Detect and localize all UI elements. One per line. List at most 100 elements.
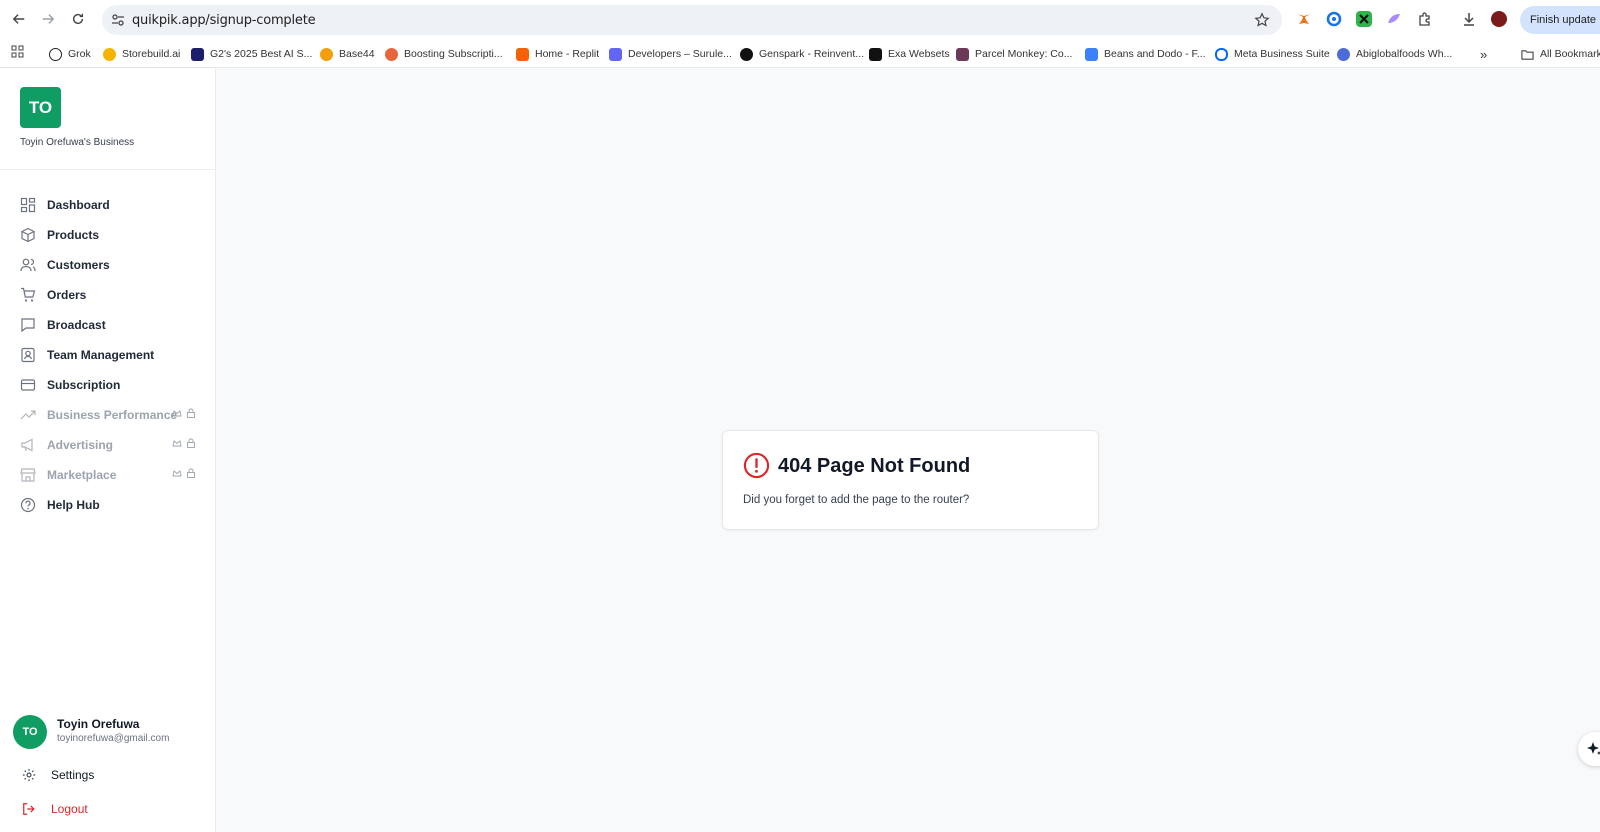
arrow-left-icon (12, 14, 25, 24)
logout-link[interactable]: Logout (22, 800, 88, 818)
bookmark-grok[interactable]: Grok (49, 46, 91, 62)
bookmark-g2[interactable]: G2's 2025 Best AI S... (191, 46, 312, 62)
bookmark-beansdodo[interactable]: Beans and Dodo - F... (1085, 46, 1206, 62)
lock-icon (187, 408, 195, 418)
bookmark-abiglobal[interactable]: Abiglobalfoods Wh... (1337, 46, 1452, 62)
sidebar-item-broadcast[interactable]: Broadcast (20, 314, 196, 336)
logout-label: Logout (51, 802, 88, 816)
bookmark-surule[interactable]: Developers – Surule... (609, 46, 732, 62)
not-found-card: 404 Page Not Found Did you forget to add… (722, 430, 1099, 530)
bookmark-label: Boosting Subscripti... (404, 48, 503, 60)
sidebar-item-label: Advertising (47, 438, 114, 452)
bookmark-boosting[interactable]: Boosting Subscripti... (385, 46, 503, 62)
gear-icon (22, 768, 36, 782)
alert-circle-icon (743, 452, 770, 479)
forward-button[interactable] (39, 10, 57, 28)
bookmark-base44[interactable]: Base44 (320, 46, 375, 62)
sidebar-item-label: Customers (47, 258, 110, 272)
bookmark-label: Developers – Surule... (628, 48, 732, 60)
sidebar-item-orders[interactable]: Orders (20, 284, 196, 306)
business-logo[interactable]: TO (20, 87, 61, 128)
bookmark-exa[interactable]: Exa Websets (869, 46, 950, 62)
metamask-extension-icon[interactable] (1296, 11, 1312, 27)
lock-icon (187, 438, 195, 448)
crown-icon (172, 470, 182, 477)
sidebar-item-label: Marketplace (47, 468, 117, 482)
bookmark-label: Home - Replit (535, 48, 600, 60)
site-settings-icon[interactable] (110, 12, 126, 28)
finish-update-button[interactable]: Finish update (1520, 6, 1600, 34)
sidebar-item-customers[interactable]: Customers (20, 254, 196, 276)
sidebar-item-products[interactable]: Products (20, 224, 196, 246)
reload-button[interactable] (69, 10, 87, 28)
apps-grid-icon[interactable] (11, 45, 24, 58)
bookmark-replit[interactable]: Home - Replit (516, 46, 599, 62)
arrow-right-icon (42, 14, 55, 24)
bookmark-label: Beans and Dodo - F... (1104, 48, 1206, 60)
boosting-icon (385, 47, 398, 61)
sidebar-divider (0, 169, 216, 170)
g2-icon (191, 47, 204, 61)
message-icon (21, 318, 35, 333)
bookmark-parcelmonkey[interactable]: Parcel Monkey: Co... (956, 46, 1072, 62)
extension-purple-icon[interactable] (1386, 11, 1402, 27)
surule-icon (609, 47, 622, 61)
extensions-puzzle-icon[interactable] (1417, 11, 1433, 27)
bookmark-label: Base44 (339, 48, 375, 60)
sidebar-item-label: Subscription (47, 378, 121, 392)
bookmark-label: G2's 2025 Best AI S... (210, 48, 313, 60)
url-text: quikpik.app/signup-complete (132, 13, 316, 28)
sidebar-item-advertising[interactable]: Advertising (20, 434, 196, 456)
sidebar-item-label: Orders (47, 288, 87, 302)
lock-icon (187, 468, 195, 478)
crown-icon (172, 440, 182, 447)
settings-label: Settings (51, 768, 95, 782)
bookmark-label: Genspark - Reinvent... (759, 48, 865, 60)
ai-assistant-button[interactable] (1578, 732, 1600, 766)
all-bookmarks-folder[interactable]: All Bookmarks (1521, 46, 1600, 62)
profile-avatar-icon[interactable] (1491, 11, 1507, 27)
error-title: 404 Page Not Found (778, 455, 971, 477)
dashboard-icon (20, 197, 36, 213)
sidebar-item-label: Business Performance (47, 408, 178, 422)
extension-green-icon[interactable] (1356, 11, 1372, 27)
beansdodo-icon (1085, 47, 1098, 61)
bookmark-label: Grok (68, 48, 91, 60)
bookmark-label: Storebuild.ai (122, 48, 181, 60)
sidebar-item-help-hub[interactable]: Help Hub (20, 494, 196, 516)
sidebar-item-business-performance[interactable]: Business Performance (20, 404, 196, 426)
megaphone-icon (21, 438, 33, 452)
more-bookmarks-chevron-icon[interactable]: » (1480, 46, 1487, 62)
box-icon (21, 227, 35, 243)
sidebar-item-marketplace[interactable]: Marketplace (20, 464, 196, 486)
sidebar-item-team-management[interactable]: Team Management (20, 344, 196, 366)
all-bookmarks-label: All Bookmarks (1540, 48, 1600, 60)
bookmark-genspark[interactable]: Genspark - Reinvent... (740, 46, 864, 62)
sidebar-item-label: Team Management (47, 348, 155, 362)
back-button[interactable] (10, 10, 28, 28)
sparkle-icon (1587, 742, 1600, 755)
grok-icon (49, 47, 62, 61)
bookmark-label: Exa Websets (888, 48, 950, 60)
help-circle-icon (20, 497, 36, 513)
sidebar-item-subscription[interactable]: Subscription (20, 374, 196, 396)
sidebar-item-dashboard[interactable]: Dashboard (20, 194, 196, 216)
folder-icon (1521, 49, 1534, 60)
bookmark-storebuild[interactable]: Storebuild.ai (103, 46, 180, 62)
bookmark-meta[interactable]: Meta Business Suite (1215, 46, 1330, 62)
address-bar[interactable]: quikpik.app/signup-complete (102, 5, 1282, 35)
storebuild-icon (103, 47, 116, 61)
bookmark-label: Meta Business Suite (1234, 48, 1330, 60)
base44-icon (320, 47, 333, 61)
user-name: Toyin Orefuwa (57, 717, 140, 731)
bookmark-star-icon[interactable] (1254, 12, 1270, 28)
extension-blue-ring-icon[interactable] (1326, 11, 1342, 27)
download-icon[interactable] (1461, 11, 1477, 27)
user-email: toyinorefuwa@gmail.com (57, 733, 170, 744)
user-avatar[interactable]: TO (13, 715, 47, 749)
card-icon (20, 379, 36, 391)
crown-icon (172, 410, 182, 417)
bookmark-label: Parcel Monkey: Co... (975, 48, 1073, 60)
settings-link[interactable]: Settings (22, 766, 94, 784)
cart-icon (21, 287, 36, 302)
